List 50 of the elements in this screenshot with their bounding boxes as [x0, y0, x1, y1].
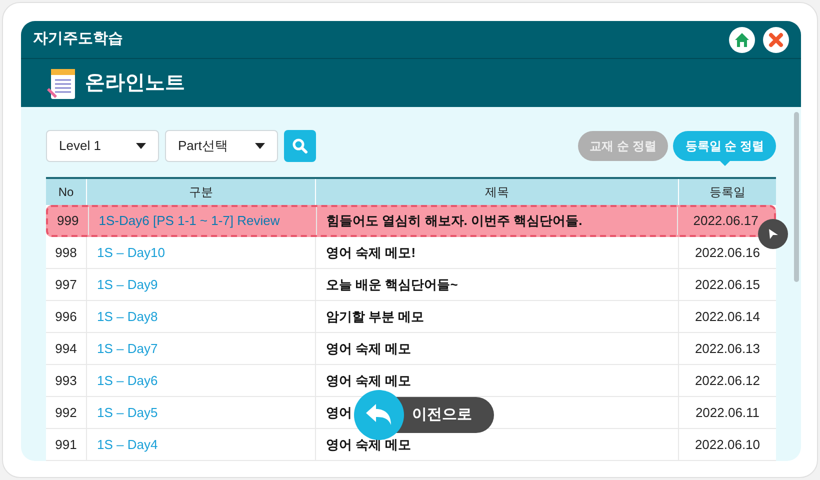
- caret-icon: [255, 143, 265, 149]
- pointer-icon: [718, 160, 731, 166]
- page-title: 온라인노트: [85, 71, 185, 96]
- home-button[interactable]: [729, 26, 755, 53]
- cursor-arrow-icon: [767, 228, 779, 240]
- column-header: 등록일: [708, 184, 746, 201]
- table-cell: 991: [46, 429, 87, 460]
- close-icon: [768, 32, 784, 48]
- table-cell: 힘들어도 열심히 해보자. 이번주 핵심단어들.: [316, 207, 678, 235]
- table-cell: 999: [48, 207, 89, 235]
- search-icon: [292, 138, 308, 154]
- table-cell: 998: [46, 237, 87, 268]
- close-button[interactable]: [763, 26, 789, 53]
- table-cell: 암기할 부분 메모: [316, 301, 679, 332]
- table-cell-text: 2022.06.17: [692, 212, 760, 230]
- table-cell: 997: [46, 269, 87, 300]
- dropdown[interactable]: Part선택: [165, 130, 278, 162]
- category-link[interactable]: 1S-Day6 [PS 1-1 ~ 1-7] Review: [88, 207, 317, 235]
- table-cell-text: 2022.06.12: [694, 372, 762, 390]
- table-cell-text: 2022.06.10: [694, 436, 762, 454]
- table-cell: 영어 숙제 메모!: [316, 237, 679, 268]
- table-cell: 오늘 배운 핵심단어들~: [316, 269, 679, 300]
- category-link[interactable]: 1S – Day5: [87, 397, 316, 428]
- table-cell-text: 2022.06.11: [694, 404, 761, 422]
- category-link[interactable]: 1S – Day4: [87, 429, 316, 460]
- category-link[interactable]: 1S – Day10: [87, 237, 316, 268]
- dropdown[interactable]: Level 1: [46, 130, 159, 162]
- table-cell-text: 2022.06.14: [694, 308, 762, 326]
- notepad-icon: [45, 66, 77, 100]
- table-cell: 993: [46, 365, 87, 396]
- sort-button[interactable]: 교재 순 정렬: [578, 131, 668, 161]
- table-cell: 영어 숙제 메모: [316, 333, 679, 364]
- table-cell-text: 2022.06.13: [694, 340, 762, 358]
- table-cell-text: 2022.06.15: [694, 276, 762, 294]
- table-cell-text: 2022.06.16: [694, 244, 762, 262]
- row-arrow-button[interactable]: [758, 219, 788, 249]
- table-cell: 994: [46, 333, 87, 364]
- table-cell: 996: [46, 301, 87, 332]
- scrollbar[interactable]: [794, 112, 799, 282]
- category-link[interactable]: 1S – Day7: [87, 333, 316, 364]
- home-icon: [734, 32, 750, 48]
- undo-arrow-icon: [366, 404, 392, 426]
- category-link[interactable]: 1S – Day8: [87, 301, 316, 332]
- table-cell: 992: [46, 397, 87, 428]
- window-title: 자기주도학습: [33, 29, 123, 50]
- category-link[interactable]: 1S – Day9: [87, 269, 316, 300]
- category-link[interactable]: 1S – Day6: [87, 365, 316, 396]
- sort-button[interactable]: 등록일 순 정렬: [673, 131, 776, 161]
- highlighted-row[interactable]: 999 1S-Day6 [PS 1-1 ~ 1-7] Review 힘들어도 열심히 해보자. 이번주 핵심단어들. 2022.06.17: [46, 205, 776, 237]
- caret-icon: [136, 143, 146, 149]
